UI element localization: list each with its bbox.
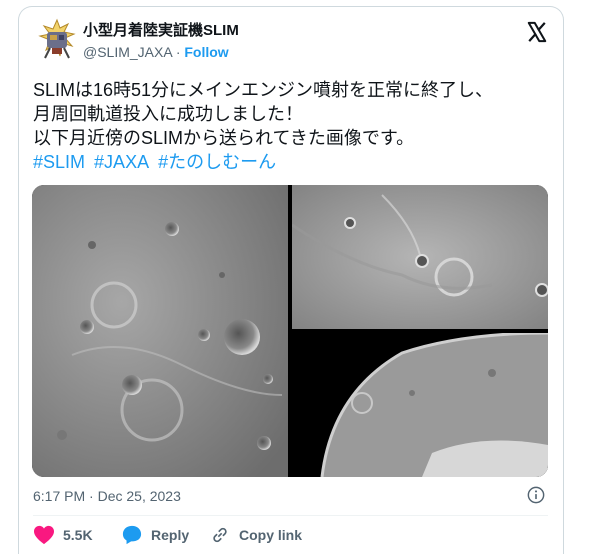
divider — [33, 515, 548, 516]
reply-bubble-icon — [122, 525, 142, 545]
link-icon — [213, 527, 227, 543]
like-button[interactable]: 5.5K — [33, 525, 93, 545]
tweet-line: 以下月近傍のSLIMから送られてきた画像です。 — [33, 128, 415, 148]
separator-dot: · — [175, 44, 181, 60]
moon-image-limb[interactable] — [292, 333, 548, 477]
follow-button[interactable]: Follow — [184, 44, 228, 60]
copy-link-label: Copy link — [239, 527, 303, 543]
tweet-line: 月周回軌道投入に成功しました！ — [33, 104, 303, 124]
tweet-text: SLIMは16時51分にメインエンジン噴射を正常に終了し、 月周回軌道投入に成功… — [33, 78, 548, 174]
account-avatar[interactable] — [38, 18, 76, 62]
hashtags: #SLIM #JAXA #たのしむーん — [33, 150, 548, 174]
x-logo-icon[interactable] — [526, 21, 548, 43]
tweet-timestamp[interactable]: 6:17 PM · Dec 25, 2023 — [33, 488, 181, 504]
hashtag-tanoshimoon[interactable]: #たのしむーん — [158, 152, 276, 172]
heart-icon — [34, 525, 54, 545]
reply-button[interactable]: Reply — [121, 525, 189, 545]
tweet-line: SLIMは16時51分にメインエンジン噴射を正常に終了し、 — [33, 80, 494, 100]
moon-image-ejecta[interactable] — [292, 185, 548, 329]
info-icon[interactable] — [527, 486, 545, 504]
like-count: 5.5K — [63, 527, 93, 543]
tweet-date: Dec 25, 2023 — [97, 488, 181, 504]
media-grid — [32, 185, 548, 477]
account-name[interactable]: 小型月着陸実証機SLIM — [83, 19, 239, 40]
tweet-time: 6:17 PM — [33, 488, 86, 504]
hashtag-jaxa[interactable]: #JAXA — [94, 152, 149, 172]
account-handle-row: @SLIM_JAXA · Follow — [83, 44, 229, 60]
separator-dot: · — [89, 488, 94, 504]
moon-image-craters[interactable] — [32, 185, 288, 477]
account-handle[interactable]: @SLIM_JAXA — [83, 44, 172, 60]
reply-label: Reply — [151, 527, 190, 543]
copy-link-button[interactable]: Copy link — [209, 525, 302, 545]
hashtag-slim[interactable]: #SLIM — [33, 152, 85, 172]
